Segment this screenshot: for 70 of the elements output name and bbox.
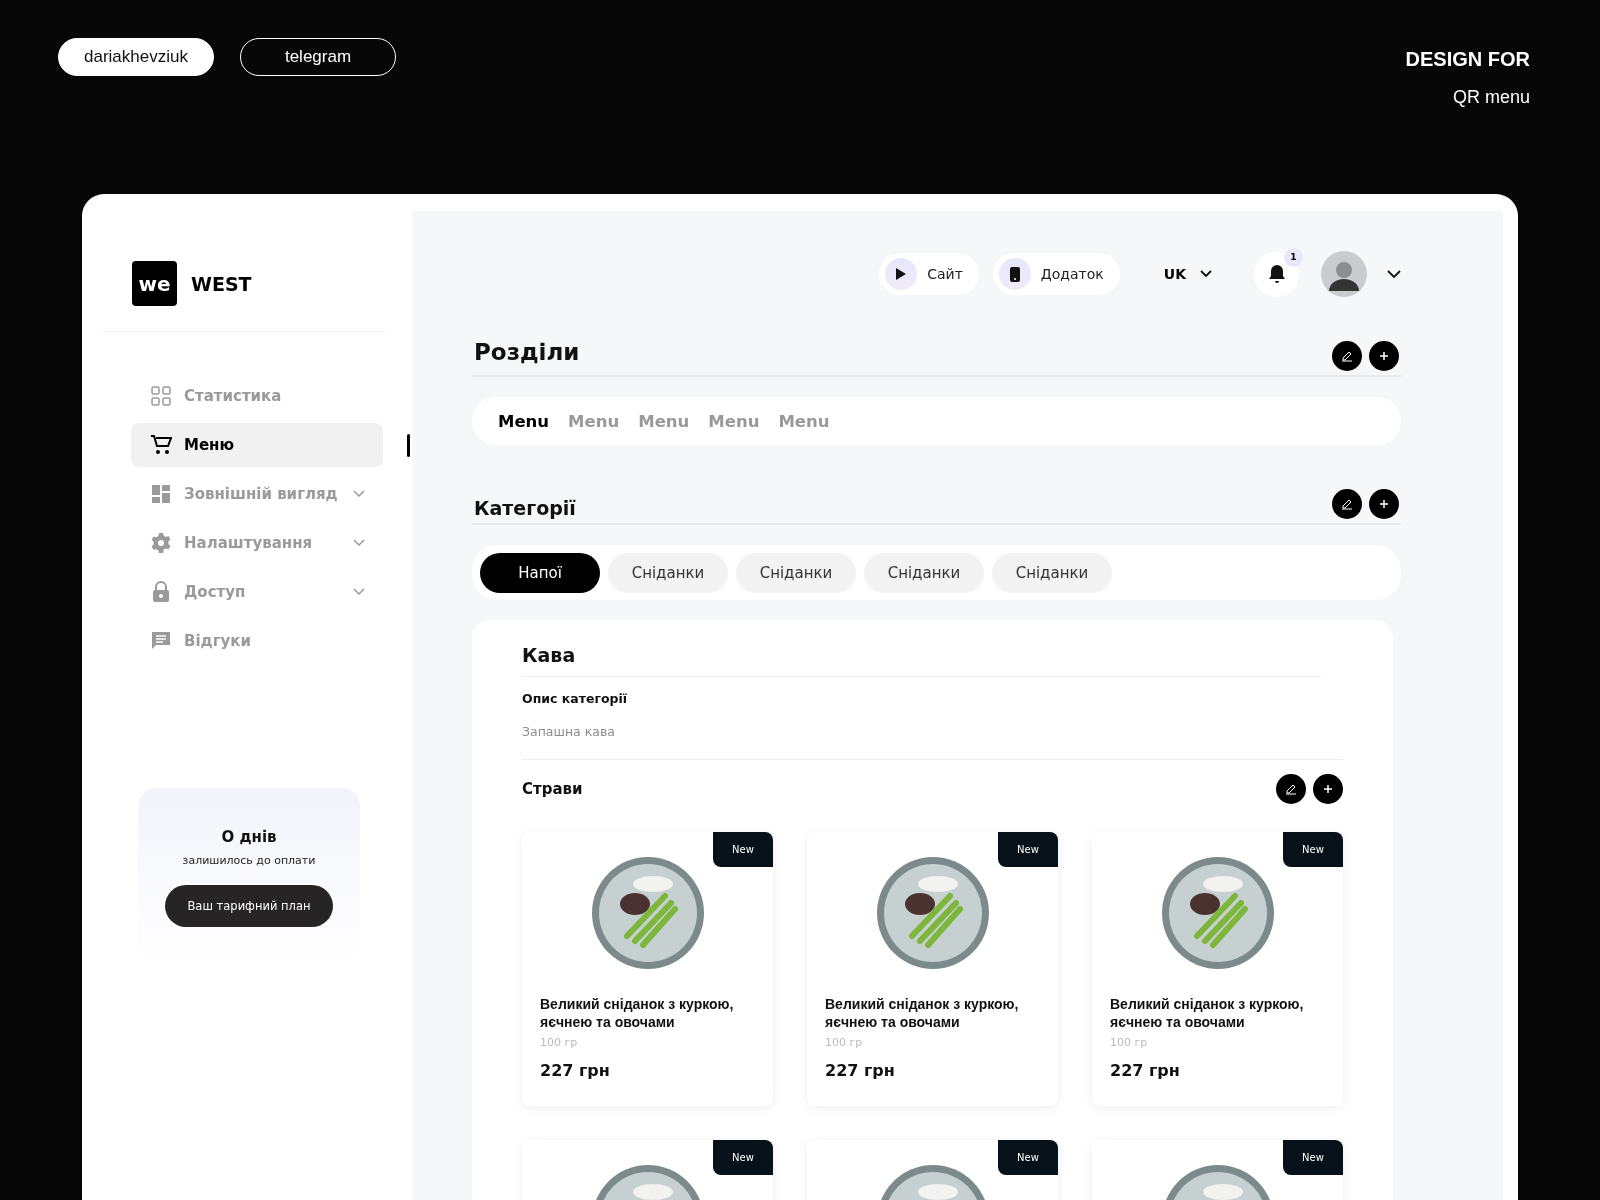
new-badge: New bbox=[1283, 832, 1343, 867]
new-badge: New bbox=[713, 832, 773, 867]
dish-weight: 100 гр bbox=[825, 1036, 864, 1049]
dish-card[interactable]: New Великий сніданок з куркою, яєчнею та овочами 100 гр 227 грн bbox=[1092, 832, 1343, 1106]
add-button[interactable] bbox=[1369, 341, 1399, 371]
plan-button[interactable]: Ваш тарифний план bbox=[165, 885, 333, 927]
cart-icon bbox=[150, 435, 172, 455]
dish-price: 227 грн bbox=[1110, 1061, 1181, 1080]
play-icon bbox=[896, 268, 907, 280]
dish-price: 227 грн bbox=[825, 1061, 896, 1080]
dish-card[interactable]: New bbox=[807, 1140, 1058, 1200]
dashboard-icon bbox=[151, 484, 171, 504]
new-badge: New bbox=[1283, 1140, 1343, 1175]
settings-icon bbox=[151, 533, 171, 553]
site-button[interactable]: Сайт bbox=[879, 253, 979, 295]
edit-button[interactable] bbox=[1332, 341, 1362, 371]
dishes-title: Страви bbox=[522, 780, 583, 798]
days-count: О днів bbox=[221, 828, 277, 846]
new-badge: New bbox=[713, 1140, 773, 1175]
lock-icon bbox=[152, 581, 170, 603]
avatar[interactable] bbox=[1321, 251, 1367, 297]
profile-name-pill[interactable]: dariakhevziuk bbox=[58, 38, 214, 76]
chevron-down-icon[interactable] bbox=[1387, 269, 1401, 279]
description-text: Запашна кава bbox=[522, 724, 1343, 760]
categories-title: Категорії bbox=[474, 497, 576, 519]
dish-weight: 100 гр bbox=[540, 1036, 579, 1049]
brand-logo: we bbox=[132, 261, 177, 306]
new-badge: New bbox=[998, 832, 1058, 867]
plus-icon bbox=[1379, 499, 1389, 509]
category-name: Кава bbox=[522, 644, 1321, 677]
sections-title: Розділи bbox=[474, 339, 580, 365]
dish-card[interactable]: New bbox=[1092, 1140, 1343, 1200]
dish-price: 227 грн bbox=[540, 1061, 611, 1080]
dish-card[interactable]: New bbox=[522, 1140, 773, 1200]
brand-name: WEST bbox=[191, 272, 252, 295]
category-chip[interactable]: Напої bbox=[480, 552, 600, 593]
dish-name: Великий сніданок з куркою, яєчнею та овочами bbox=[1110, 995, 1305, 1031]
dish-card[interactable]: New Великий сніданок з куркою, яєчнею та овочами 100 гр 227 грн bbox=[807, 832, 1058, 1106]
notification-count: 1 bbox=[1284, 247, 1303, 267]
dish-weight: 100 гр bbox=[1110, 1036, 1149, 1049]
category-chip[interactable]: Сніданки bbox=[608, 552, 728, 593]
pencil-icon bbox=[1285, 783, 1297, 795]
message-icon bbox=[151, 631, 171, 651]
dish-name: Великий сніданок з куркою, яєчнею та овочами bbox=[825, 995, 1020, 1031]
new-badge: New bbox=[998, 1140, 1058, 1175]
pencil-icon bbox=[1341, 350, 1353, 362]
design-title: DESIGN FOR bbox=[1405, 48, 1530, 71]
add-button[interactable] bbox=[1369, 489, 1399, 519]
bell-icon bbox=[1267, 264, 1286, 284]
design-subtitle: QR menu bbox=[1451, 87, 1530, 108]
edit-button[interactable] bbox=[1332, 489, 1362, 519]
app-button[interactable]: Додаток bbox=[992, 253, 1120, 295]
section-tab[interactable]: Menu bbox=[498, 411, 550, 431]
add-button[interactable] bbox=[1313, 774, 1343, 804]
language-selector[interactable]: UK bbox=[1163, 266, 1212, 282]
pencil-icon bbox=[1341, 498, 1353, 510]
phone-icon bbox=[1009, 266, 1020, 282]
dish-card[interactable]: New Великий сніданок з куркою, яєчнею та овочами 100 гр 227 грн bbox=[522, 832, 773, 1106]
active-indicator bbox=[407, 434, 410, 457]
description-label: Опис категорії bbox=[522, 691, 629, 706]
grid-icon bbox=[151, 386, 171, 406]
category-chip[interactable]: Сніданки bbox=[864, 552, 984, 593]
category-chip[interactable]: Сніданки bbox=[992, 552, 1112, 593]
plus-icon bbox=[1323, 784, 1333, 794]
days-caption: залишилось до оплати bbox=[182, 854, 316, 867]
dish-name: Великий сніданок з куркою, яєчнею та овочами bbox=[540, 995, 735, 1031]
category-chip[interactable]: Сніданки bbox=[736, 552, 856, 593]
edit-button[interactable] bbox=[1276, 774, 1306, 804]
plus-icon bbox=[1379, 351, 1389, 361]
chevron-down-icon bbox=[1200, 270, 1212, 278]
